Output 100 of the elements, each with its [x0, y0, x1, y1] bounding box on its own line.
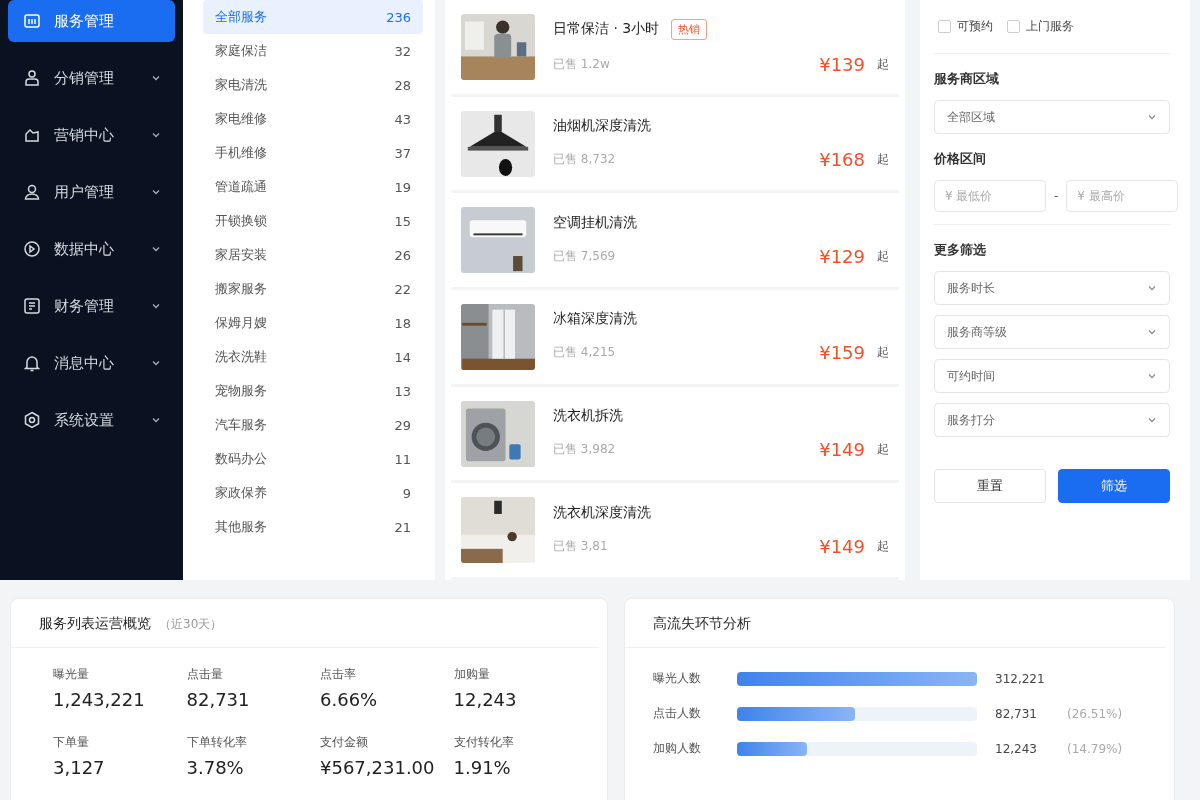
category-item[interactable]: 洗衣洗鞋 14 — [203, 340, 423, 374]
sidebar-item[interactable]: 系统设置 — [8, 399, 175, 441]
metric-value: 12,243 — [453, 689, 518, 710]
category-name: 家居安装 — [215, 246, 267, 264]
category-item[interactable]: 管道疏通 19 — [203, 170, 423, 204]
category-item[interactable]: 家居安装 26 — [203, 238, 423, 272]
sold-count: 已售 1.2w — [553, 55, 611, 73]
category-count: 13 — [394, 383, 411, 399]
price-suffix: 起 — [877, 247, 889, 265]
checkbox[interactable] — [938, 20, 951, 33]
category-name: 开锁换锁 — [215, 212, 267, 230]
filter-select[interactable]: 服务商等级 — [934, 315, 1170, 349]
sidebar-item[interactable]: 财务管理 — [8, 285, 175, 327]
checkbox-label: 上门服务 — [1026, 18, 1074, 35]
category-count: 43 — [394, 111, 411, 127]
funnel-percent: (26.51%) — [1067, 706, 1123, 721]
product-title[interactable]: 油烟机深度清洗 — [553, 117, 651, 135]
category-name: 数码办公 — [215, 450, 267, 468]
category-item[interactable]: 其他服务 21 — [203, 510, 423, 544]
category-count: 26 — [394, 247, 411, 263]
category-count: 236 — [386, 9, 411, 25]
funnel-percent: (14.79%) — [1067, 741, 1123, 756]
category-name: 手机维修 — [215, 144, 267, 162]
category-item[interactable]: 家庭保洁 32 — [203, 34, 423, 68]
metric-value: 6.66% — [320, 689, 379, 710]
category-item[interactable]: 汽车服务 29 — [203, 408, 423, 442]
price-suffix: 起 — [877, 537, 889, 555]
category-count: 14 — [394, 349, 411, 365]
category-count: 28 — [394, 77, 411, 93]
menu-item-icon — [22, 239, 42, 259]
menu-item-icon — [22, 11, 42, 31]
category-item[interactable]: 搬家服务 22 — [203, 272, 423, 306]
section-title: 价格区间 — [934, 150, 987, 168]
min-price-field[interactable]: ¥ 最低价 — [934, 180, 1046, 212]
funnel-value: 12,243 — [995, 741, 1038, 756]
region-select[interactable]: 全部区域 — [934, 100, 1170, 134]
category-item[interactable]: 家政保养 9 — [203, 476, 423, 510]
category-name: 其他服务 — [215, 518, 267, 536]
category-name: 家电维修 — [215, 110, 267, 128]
chevron-down-icon — [151, 130, 161, 140]
category-count: 29 — [394, 417, 411, 433]
chevron-down-icon — [151, 415, 161, 425]
category-count: 32 — [394, 43, 411, 59]
category-count: 15 — [394, 213, 411, 229]
chevron-down-icon — [151, 301, 161, 311]
category-item[interactable]: 家电清洗 28 — [203, 68, 423, 102]
filter-select[interactable]: 服务打分 — [934, 403, 1170, 437]
product-title[interactable]: 空调挂机清洗 — [553, 213, 637, 232]
sidebar-item[interactable]: 服务管理 — [8, 0, 175, 42]
category-name: 管道疏通 — [215, 178, 267, 196]
menu-item-icon — [22, 353, 42, 373]
reset-button[interactable]: 重置 — [934, 469, 1046, 503]
metric-value: 3.78% — [186, 757, 245, 778]
menu-item-icon — [22, 182, 42, 202]
category-item[interactable]: 全部服务 236 — [203, 0, 423, 34]
sidebar-item[interactable]: 用户管理 — [8, 171, 175, 213]
sold-count: 已售 3,81 — [553, 537, 609, 555]
category-item[interactable]: 宠物服务 13 — [203, 374, 423, 408]
product-title[interactable]: 洗衣机拆洗 — [553, 407, 623, 425]
category-count: 22 — [394, 281, 411, 297]
category-name: 搬家服务 — [215, 280, 267, 298]
category-count: 21 — [394, 519, 411, 535]
chevron-down-icon — [1147, 371, 1157, 381]
checkbox[interactable] — [1007, 20, 1020, 33]
filter-select[interactable]: 可约时间 — [934, 359, 1170, 393]
max-price-field[interactable]: ¥ 最高价 — [1066, 180, 1179, 212]
category-count: 9 — [402, 485, 411, 501]
price-suffix: 起 — [877, 344, 889, 362]
metric-value: 3,127 — [53, 757, 106, 778]
product-title[interactable]: 洗衣机深度清洗 — [553, 503, 651, 522]
product-title[interactable]: 日常保洁 · 3小时 — [553, 20, 660, 39]
price: ¥149 — [819, 535, 865, 557]
sidebar-item[interactable]: 分销管理 — [8, 57, 175, 99]
category-item[interactable]: 开锁换锁 15 — [203, 204, 423, 238]
metric-value: 1.91% — [453, 757, 512, 778]
metric-label: 加购量 — [453, 666, 491, 683]
metric-label: 点击率 — [320, 666, 357, 683]
menu-item-icon — [22, 68, 42, 88]
category-name: 全部服务 — [215, 8, 267, 26]
filter-button[interactable]: 筛选 — [1058, 469, 1170, 503]
sold-count: 已售 4,215 — [553, 344, 617, 362]
sidebar-item[interactable]: 营销中心 — [8, 114, 175, 156]
category-item[interactable]: 数码办公 11 — [203, 442, 423, 476]
card-subtitle: （近30天） — [159, 616, 223, 633]
metric-label: 支付金额 — [320, 734, 369, 751]
funnel-value: 312,221 — [995, 671, 1046, 686]
sidebar-item[interactable]: 消息中心 — [8, 342, 175, 384]
category-item[interactable]: 家电维修 43 — [203, 102, 423, 136]
chevron-down-icon — [1147, 283, 1157, 293]
sidebar-item[interactable]: 数据中心 — [8, 228, 175, 270]
menu-item-icon — [22, 410, 42, 430]
price-suffix: 起 — [877, 55, 889, 73]
category-item[interactable]: 手机维修 37 — [203, 136, 423, 170]
price: ¥139 — [819, 53, 865, 75]
product-title[interactable]: 冰箱深度清洗 — [553, 310, 637, 329]
category-item[interactable]: 保姆月嫂 18 — [203, 306, 423, 340]
chevron-down-icon — [151, 244, 161, 254]
chevron-down-icon — [1147, 415, 1157, 425]
category-name: 汽车服务 — [215, 416, 267, 434]
filter-select[interactable]: 服务时长 — [934, 271, 1170, 305]
